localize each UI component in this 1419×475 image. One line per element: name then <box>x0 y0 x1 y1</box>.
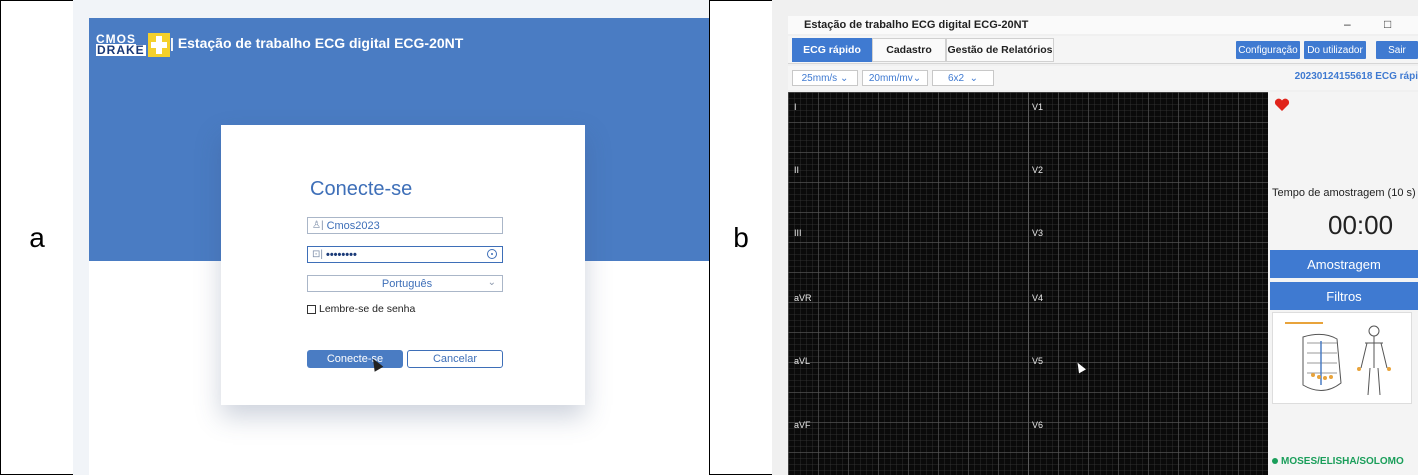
minimize-button[interactable]: – <box>1344 17 1351 31</box>
lead-label: aVL <box>794 356 811 366</box>
login-card: Conecte-se ♙| Cmos2023 ⊡| •••••••• Portu… <box>221 125 585 405</box>
app-title: | Estação de trabalho ECG digital ECG-20… <box>170 35 464 51</box>
user-button[interactable]: Do utilizador <box>1304 41 1366 59</box>
lead-label: V1 <box>1032 102 1044 112</box>
lead-label: V6 <box>1032 420 1044 430</box>
connect-button[interactable]: Conecte-se <box>307 350 403 368</box>
maximize-button[interactable]: □ <box>1384 17 1391 31</box>
lead-label: I <box>794 102 797 112</box>
cross-logo-icon <box>147 33 170 57</box>
label-cell-a: a <box>0 0 74 475</box>
gain-select[interactable]: 20mm/mv ⌄ <box>862 70 928 86</box>
remember-password[interactable]: Lembre-se de senha <box>307 303 415 315</box>
brand-logo: CMOS DRAKE <box>96 32 170 58</box>
lead-label: II <box>794 165 800 175</box>
eye-icon[interactable] <box>487 249 497 259</box>
patient-name: MOSES/ELISHA/SOLOMO <box>1272 456 1404 467</box>
window-title: Estação de trabalho ECG digital ECG-20NT <box>804 19 1029 31</box>
record-id: 20230124155618 ECG rápi <box>1294 71 1418 82</box>
timer: 00:00 <box>1328 210 1394 240</box>
lead-label: aVR <box>794 293 812 303</box>
ecg-screenshot: Estação de trabalho ECG digital ECG-20NT… <box>772 0 1418 475</box>
lead-label: V3 <box>1032 228 1044 238</box>
settings-bar: 25mm/s ⌄ 20mm/mv ⌄ 6x2 ⌄ 20230124155618 E… <box>788 66 1418 90</box>
user-icon: ♙| <box>312 220 324 231</box>
lead-label: V2 <box>1032 165 1044 175</box>
ecg-waveform-area[interactable]: I II III aVR aVL aVF V1 V2 V3 V4 V5 V6 <box>788 92 1268 475</box>
cancel-button[interactable]: Cancelar <box>407 350 503 368</box>
electrode-placement-diagram <box>1272 312 1412 404</box>
layout-select[interactable]: 6x2 ⌄ <box>932 70 994 86</box>
exit-button[interactable]: Sair <box>1376 41 1418 59</box>
lead-label: V5 <box>1032 356 1044 366</box>
filter-button[interactable]: Filtros <box>1270 282 1418 310</box>
config-button[interactable]: Configuração <box>1236 41 1300 59</box>
panel-a-label: a <box>29 221 45 253</box>
lock-icon: ⊡| <box>312 249 323 260</box>
electrode-diagram-icon <box>1285 322 1391 396</box>
sample-button[interactable]: Amostragem <box>1270 250 1418 278</box>
lead-label: V4 <box>1032 293 1044 303</box>
speed-select[interactable]: 25mm/s ⌄ <box>792 70 858 86</box>
login-title: Conecte-se <box>310 178 413 200</box>
tab-gestao-relatorios[interactable]: Gestão de Relatórios <box>946 38 1054 62</box>
login-screenshot: CMOS DRAKE | Estação de trabalho ECG dig… <box>73 0 709 475</box>
label-cell-b: b <box>709 0 773 475</box>
lead-label: III <box>794 228 802 238</box>
language-select[interactable]: Português ⌄ <box>307 275 503 292</box>
remember-checkbox[interactable] <box>307 304 316 314</box>
panel-b-label: b <box>733 221 749 253</box>
status-dot-icon <box>1272 458 1278 464</box>
acquisition-panel: Tempo de amostragem (10 s) 00:00 Amostra… <box>1268 92 1418 475</box>
window-titlebar: Estação de trabalho ECG digital ECG-20NT <box>788 16 1418 34</box>
username-field[interactable]: ♙| Cmos2023 <box>307 217 503 234</box>
sample-time-label: Tempo de amostragem (10 s) <box>1272 187 1416 199</box>
mouse-cursor-icon <box>1074 360 1086 374</box>
chevron-down-icon: ⌄ <box>487 277 496 288</box>
lead-divider <box>1028 92 1029 475</box>
tab-bar: ECG rápido Cadastro Gestão de Relatórios… <box>788 36 1418 64</box>
heart-icon <box>1274 98 1290 111</box>
password-field[interactable]: ⊡| •••••••• <box>307 246 503 263</box>
lead-label: aVF <box>794 420 811 430</box>
tab-cadastro[interactable]: Cadastro <box>872 38 946 62</box>
tab-ecg-rapido[interactable]: ECG rápido <box>792 38 872 62</box>
